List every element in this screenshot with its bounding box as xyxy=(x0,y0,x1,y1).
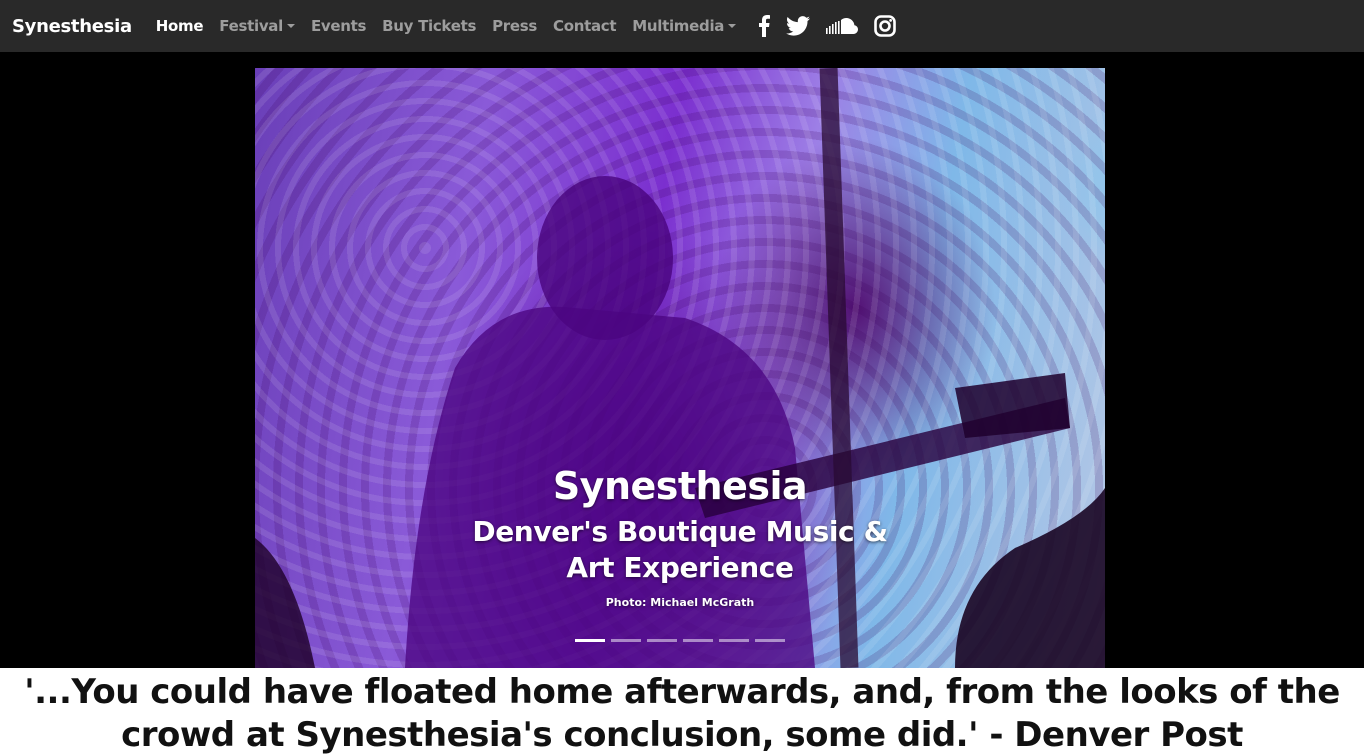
nav-contact[interactable]: Contact xyxy=(553,17,617,35)
carousel-title: Synesthesia xyxy=(552,464,808,508)
carousel-indicator[interactable] xyxy=(719,639,749,642)
chevron-down-icon xyxy=(286,24,295,28)
photo-credit: Photo: Michael McGrath xyxy=(605,596,755,609)
nav-home[interactable]: Home xyxy=(155,17,204,35)
carousel-caption: Synesthesia Denver's Boutique Music & Ar… xyxy=(255,464,1105,609)
brand-link[interactable]: Synesthesia xyxy=(12,16,132,37)
carousel-indicator[interactable] xyxy=(755,639,785,642)
carousel-indicator[interactable] xyxy=(647,639,677,642)
carousel-subtitle: Denver's Boutique Music & Art Experience xyxy=(472,515,888,584)
soundcloud-icon[interactable] xyxy=(826,18,859,34)
carousel-indicator[interactable] xyxy=(611,639,641,642)
nav-multimedia[interactable]: Multimedia xyxy=(632,17,737,35)
press-quote: '...You could have floated home afterwar… xyxy=(0,668,1364,756)
carousel-indicator[interactable] xyxy=(575,639,605,642)
nav-menu: Home Festival Events Buy Tickets Press C… xyxy=(156,17,752,35)
nav-home-label: Home xyxy=(155,17,204,35)
nav-press[interactable]: Press xyxy=(492,17,537,35)
carousel-indicator[interactable] xyxy=(683,639,713,642)
nav-festival[interactable]: Festival xyxy=(219,17,295,35)
carousel-indicators xyxy=(575,639,791,642)
social-links xyxy=(758,15,912,37)
nav-press-label: Press xyxy=(492,17,537,35)
facebook-icon[interactable] xyxy=(758,15,771,37)
nav-festival-label: Festival xyxy=(219,17,283,35)
navbar: Synesthesia Home Festival Events Buy Tic… xyxy=(0,0,1364,52)
nav-buy-tickets[interactable]: Buy Tickets xyxy=(382,17,476,35)
nav-buy-tickets-label: Buy Tickets xyxy=(382,17,477,35)
nav-events-label: Events xyxy=(310,17,367,35)
chevron-down-icon xyxy=(728,24,737,28)
nav-events[interactable]: Events xyxy=(311,17,366,35)
instagram-icon[interactable] xyxy=(874,15,896,37)
twitter-icon[interactable] xyxy=(786,16,811,36)
nav-multimedia-label: Multimedia xyxy=(632,17,725,35)
nav-contact-label: Contact xyxy=(553,17,617,35)
hero-carousel[interactable]: Synesthesia Denver's Boutique Music & Ar… xyxy=(255,68,1105,668)
